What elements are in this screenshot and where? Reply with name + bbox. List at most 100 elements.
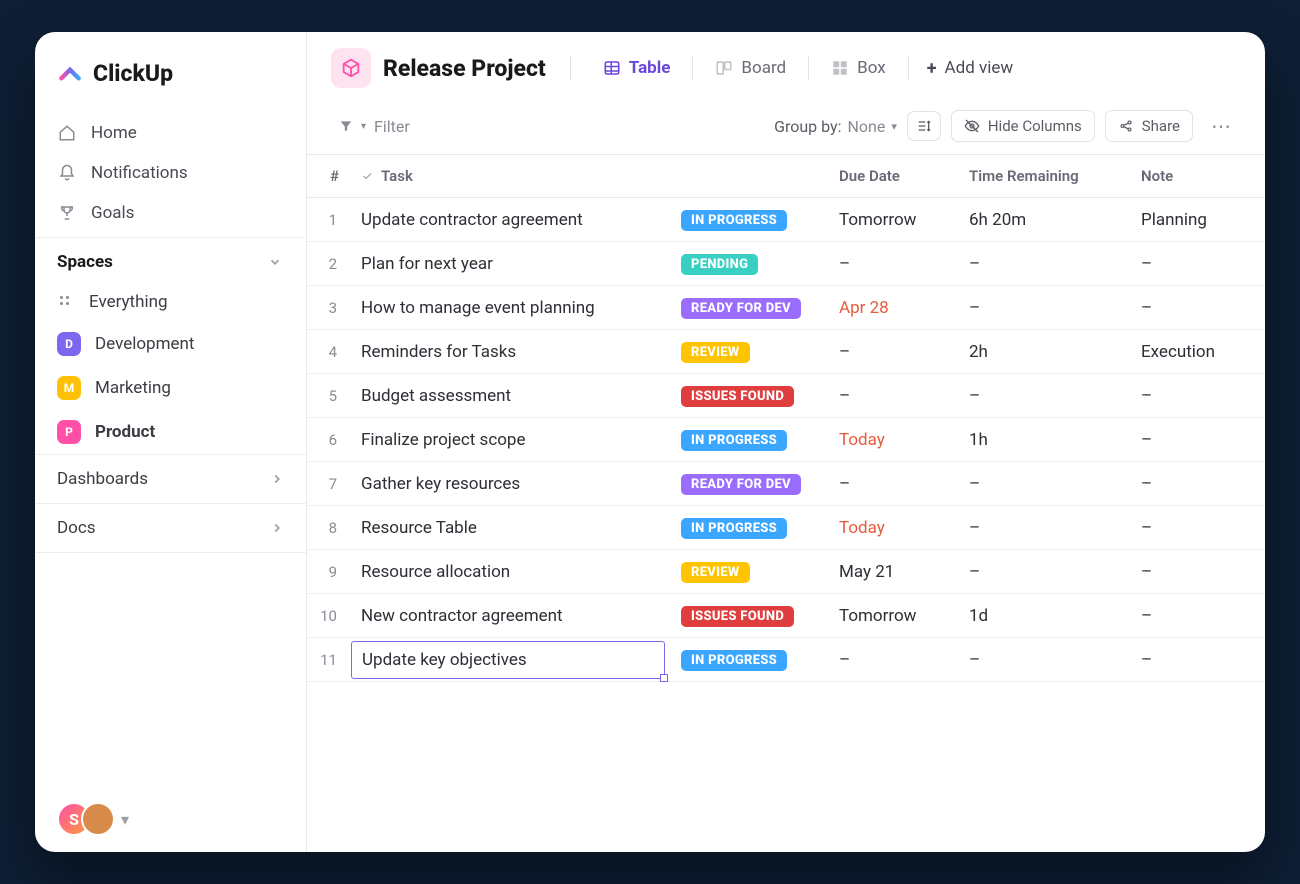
note-cell[interactable]: – bbox=[1131, 508, 1263, 548]
col-number[interactable]: # bbox=[307, 155, 351, 197]
more-button[interactable]: ⋯ bbox=[1203, 110, 1241, 142]
trophy-icon bbox=[57, 203, 77, 223]
status-cell[interactable]: REVIEW bbox=[671, 551, 829, 593]
note-cell[interactable]: Execution bbox=[1131, 332, 1263, 372]
hide-columns-button[interactable]: Hide Columns bbox=[951, 110, 1095, 142]
task-cell[interactable]: Budget assessment bbox=[351, 376, 671, 416]
brand[interactable]: ClickUp bbox=[35, 52, 306, 109]
time-cell[interactable]: – bbox=[959, 640, 1131, 680]
view-tab-table[interactable]: Table bbox=[589, 50, 685, 86]
table-row[interactable]: 4 Reminders for Tasks REVIEW – 2h Execut… bbox=[307, 330, 1265, 374]
table-row[interactable]: 8 Resource Table IN PROGRESS Today – – bbox=[307, 506, 1265, 550]
table-row[interactable]: 6 Finalize project scope IN PROGRESS Tod… bbox=[307, 418, 1265, 462]
due-cell[interactable]: Today bbox=[829, 420, 959, 460]
time-cell[interactable]: – bbox=[959, 464, 1131, 504]
chevron-right-icon bbox=[270, 521, 284, 535]
table-row[interactable]: 3 How to manage event planning READY FOR… bbox=[307, 286, 1265, 330]
note-cell[interactable]: Planning bbox=[1131, 200, 1263, 240]
note-cell[interactable]: – bbox=[1131, 464, 1263, 504]
view-tab-box[interactable]: Box bbox=[817, 50, 900, 86]
add-view-button[interactable]: + Add view bbox=[917, 50, 1023, 87]
status-cell[interactable]: PENDING bbox=[671, 243, 829, 285]
status-cell[interactable]: IN PROGRESS bbox=[671, 507, 829, 549]
task-cell[interactable]: Plan for next year bbox=[351, 244, 671, 284]
status-cell[interactable]: IN PROGRESS bbox=[671, 639, 829, 681]
row-height-button[interactable] bbox=[907, 111, 941, 141]
task-cell[interactable]: Reminders for Tasks bbox=[351, 332, 671, 372]
topbar: Release Project Table Board Box bbox=[307, 32, 1265, 104]
table-row[interactable]: 10 New contractor agreement ISSUES FOUND… bbox=[307, 594, 1265, 638]
task-cell[interactable]: Update contractor agreement bbox=[351, 200, 671, 240]
note-cell[interactable]: – bbox=[1131, 552, 1263, 592]
space-item-product[interactable]: PProduct bbox=[35, 410, 306, 454]
status-cell[interactable]: READY FOR DEV bbox=[671, 463, 829, 505]
time-cell[interactable]: – bbox=[959, 288, 1131, 328]
due-cell[interactable]: Tomorrow bbox=[829, 200, 959, 240]
status-cell[interactable]: ISSUES FOUND bbox=[671, 595, 829, 637]
nav-goals-label: Goals bbox=[91, 203, 134, 223]
nav-goals[interactable]: Goals bbox=[35, 193, 306, 233]
table-row[interactable]: 11 Update key objectives IN PROGRESS – –… bbox=[307, 638, 1265, 682]
due-cell[interactable]: May 21 bbox=[829, 552, 959, 592]
user-avatars[interactable]: S ▾ bbox=[35, 802, 306, 836]
due-cell[interactable]: – bbox=[829, 332, 959, 372]
note-cell[interactable]: – bbox=[1131, 288, 1263, 328]
nav-docs[interactable]: Docs bbox=[35, 503, 306, 553]
time-cell[interactable]: – bbox=[959, 244, 1131, 284]
status-badge: PENDING bbox=[681, 254, 758, 275]
note-cell[interactable]: – bbox=[1131, 596, 1263, 636]
status-cell[interactable]: READY FOR DEV bbox=[671, 287, 829, 329]
space-item-marketing[interactable]: MMarketing bbox=[35, 366, 306, 410]
due-cell[interactable]: Apr 28 bbox=[829, 288, 959, 328]
note-cell[interactable]: – bbox=[1131, 376, 1263, 416]
status-cell[interactable]: IN PROGRESS bbox=[671, 199, 829, 241]
col-task[interactable]: Task bbox=[351, 155, 671, 197]
task-cell[interactable]: New contractor agreement bbox=[351, 596, 671, 636]
view-tab-board[interactable]: Board bbox=[701, 50, 800, 86]
share-button[interactable]: Share bbox=[1105, 110, 1193, 142]
due-cell[interactable]: – bbox=[829, 464, 959, 504]
nav-notifications[interactable]: Notifications bbox=[35, 153, 306, 193]
due-cell[interactable]: – bbox=[829, 376, 959, 416]
time-cell[interactable]: – bbox=[959, 508, 1131, 548]
table-row[interactable]: 2 Plan for next year PENDING – – – bbox=[307, 242, 1265, 286]
note-cell[interactable]: – bbox=[1131, 244, 1263, 284]
due-cell[interactable]: – bbox=[829, 640, 959, 680]
col-due[interactable]: Due Date bbox=[829, 155, 959, 197]
col-time[interactable]: Time Remaining bbox=[959, 155, 1131, 197]
time-cell[interactable]: – bbox=[959, 552, 1131, 592]
task-cell[interactable]: How to manage event planning bbox=[351, 288, 671, 328]
time-cell[interactable]: 1d bbox=[959, 596, 1131, 636]
task-cell[interactable]: Finalize project scope bbox=[351, 420, 671, 460]
due-cell[interactable]: Tomorrow bbox=[829, 596, 959, 636]
note-cell[interactable]: – bbox=[1131, 640, 1263, 680]
filter-button[interactable]: ▾ Filter bbox=[331, 111, 418, 142]
note-cell[interactable]: – bbox=[1131, 420, 1263, 460]
nav-home[interactable]: Home bbox=[35, 113, 306, 153]
col-status[interactable] bbox=[671, 164, 829, 188]
space-everything[interactable]: Everything bbox=[35, 282, 306, 322]
status-cell[interactable]: ISSUES FOUND bbox=[671, 375, 829, 417]
table-row[interactable]: 9 Resource allocation REVIEW May 21 – – bbox=[307, 550, 1265, 594]
groupby[interactable]: Group by: None ▾ bbox=[774, 117, 897, 136]
spaces-header[interactable]: Spaces bbox=[35, 237, 306, 282]
task-cell[interactable]: Resource allocation bbox=[351, 552, 671, 592]
row-number: 5 bbox=[307, 377, 351, 415]
due-cell[interactable]: – bbox=[829, 244, 959, 284]
table-row[interactable]: 7 Gather key resources READY FOR DEV – –… bbox=[307, 462, 1265, 506]
table-row[interactable]: 1 Update contractor agreement IN PROGRES… bbox=[307, 198, 1265, 242]
time-cell[interactable]: 2h bbox=[959, 332, 1131, 372]
time-cell[interactable]: – bbox=[959, 376, 1131, 416]
task-cell[interactable]: Gather key resources bbox=[351, 464, 671, 504]
table-row[interactable]: 5 Budget assessment ISSUES FOUND – – – bbox=[307, 374, 1265, 418]
space-item-development[interactable]: DDevelopment bbox=[35, 322, 306, 366]
task-cell-editing[interactable]: Update key objectives bbox=[351, 641, 665, 679]
due-cell[interactable]: Today bbox=[829, 508, 959, 548]
time-cell[interactable]: 6h 20m bbox=[959, 200, 1131, 240]
nav-dashboards[interactable]: Dashboards bbox=[35, 454, 306, 503]
task-cell[interactable]: Resource Table bbox=[351, 508, 671, 548]
col-note[interactable]: Note bbox=[1131, 155, 1263, 197]
status-cell[interactable]: IN PROGRESS bbox=[671, 419, 829, 461]
status-cell[interactable]: REVIEW bbox=[671, 331, 829, 373]
time-cell[interactable]: 1h bbox=[959, 420, 1131, 460]
